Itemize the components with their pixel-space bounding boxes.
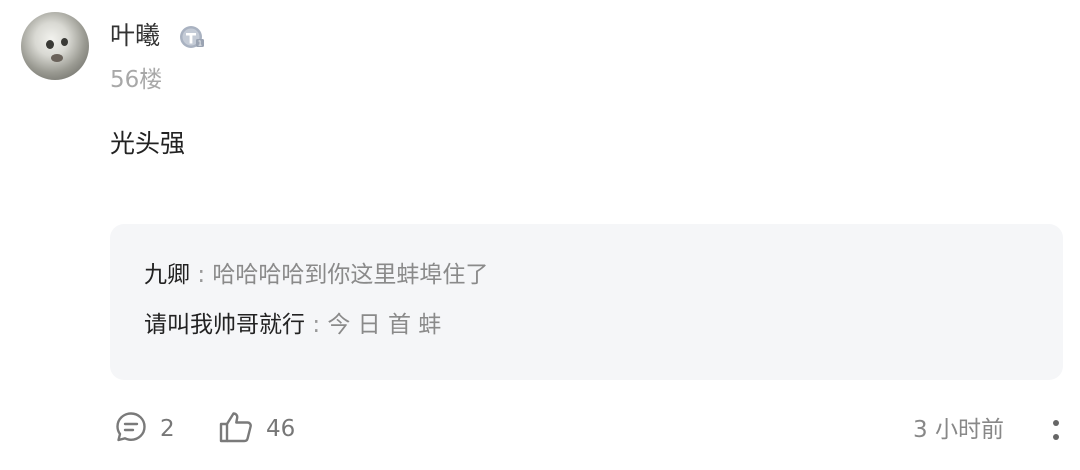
comment-bubble-icon	[114, 410, 148, 448]
avatar-eye	[46, 40, 54, 49]
avatar[interactable]	[21, 12, 89, 80]
level-badge-icon: 1	[178, 24, 206, 50]
svg-text:1: 1	[198, 40, 202, 48]
reply-text: 哈哈哈哈到你这里蚌埠住了	[212, 262, 489, 288]
comment-footer: 2 46 3 小时前	[0, 402, 1080, 454]
reply-author[interactable]: 九卿	[144, 262, 190, 288]
timestamp: 3 小时前	[913, 417, 1004, 443]
reply-separator: :	[197, 262, 206, 288]
reply-separator: :	[312, 312, 321, 338]
avatar-mouth	[51, 54, 63, 62]
reply-button[interactable]: 2	[114, 410, 175, 448]
thumbs-up-icon	[218, 410, 254, 448]
floor-number: 56楼	[110, 67, 163, 93]
avatar-eye	[61, 38, 68, 46]
username[interactable]: 叶曦	[110, 19, 160, 53]
comment-text: 光头强	[110, 129, 186, 158]
more-options-icon[interactable]	[1048, 416, 1064, 444]
like-count: 46	[266, 416, 296, 442]
more-dot	[1053, 420, 1059, 426]
more-dot	[1053, 434, 1059, 440]
like-button[interactable]: 46	[218, 410, 295, 448]
replies-panel[interactable]: 九卿 : 哈哈哈哈到你这里蚌埠住了 请叫我帅哥就行 : 今 日 首 蚌	[110, 224, 1063, 380]
reply-item[interactable]: 请叫我帅哥就行 : 今 日 首 蚌	[144, 309, 441, 341]
reply-count: 2	[160, 416, 175, 442]
reply-author[interactable]: 请叫我帅哥就行	[144, 312, 305, 338]
reply-item[interactable]: 九卿 : 哈哈哈哈到你这里蚌埠住了	[144, 259, 488, 291]
reply-text: 今 日 首 蚌	[327, 312, 442, 338]
